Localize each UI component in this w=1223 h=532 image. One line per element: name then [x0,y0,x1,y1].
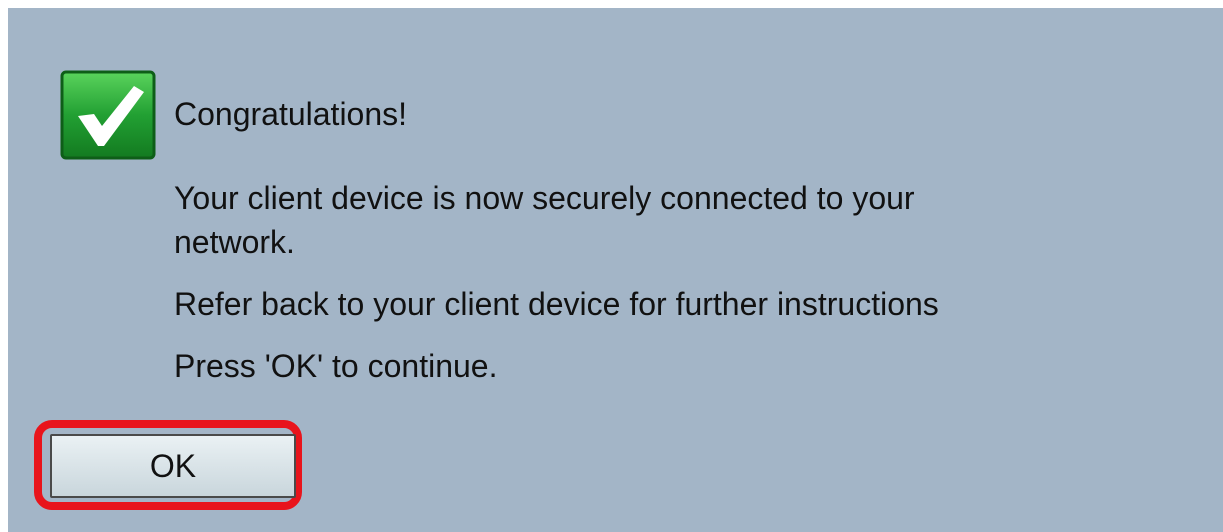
checkmark-icon [60,70,156,160]
dialog-heading: Congratulations! [174,96,408,132]
message-line: network. [174,224,295,260]
top-border [0,0,1223,8]
message-line: Press 'OK' to continue. [174,348,498,384]
dialog-panel: Congratulations! Your client device is n… [0,0,1223,532]
message-line: Your client device is now securely conne… [174,180,915,216]
ok-button[interactable]: OK [50,434,296,498]
left-border [0,0,8,532]
message-line: Refer back to your client device for fur… [174,286,939,322]
